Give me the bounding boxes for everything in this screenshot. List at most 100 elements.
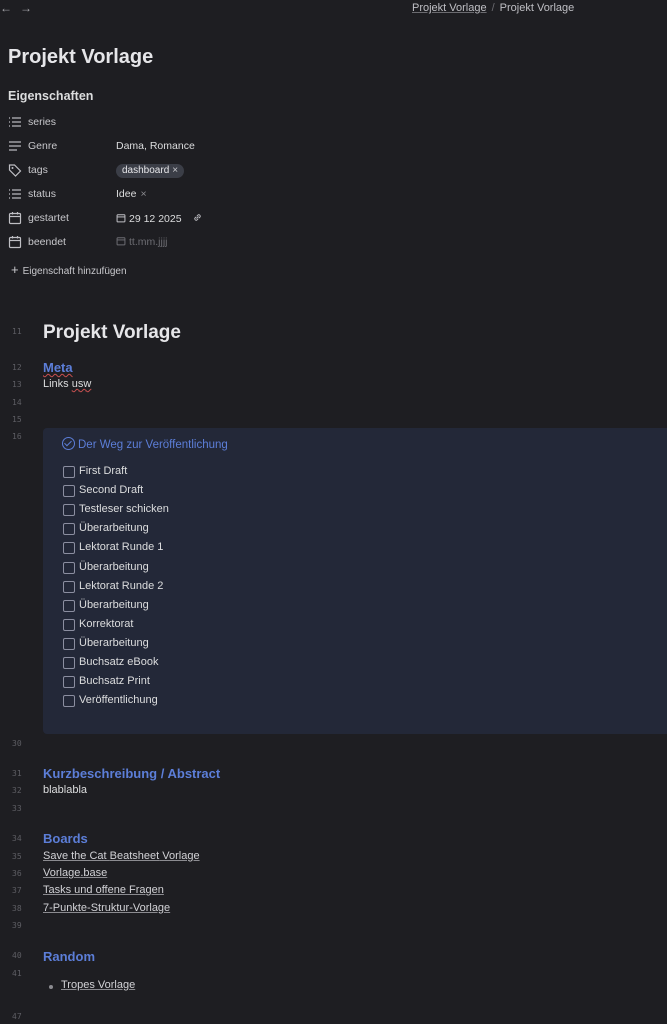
board-link-part: Save the Cat: [43, 850, 110, 862]
task-checkbox[interactable]: [63, 561, 75, 574]
breadcrumb-separator: /: [491, 2, 495, 14]
task-checkbox[interactable]: [63, 618, 75, 631]
property-status[interactable]: status Idee ×: [8, 185, 648, 205]
tag-pill-label: dashboard: [122, 165, 170, 176]
property-genre[interactable]: Genre Dama, Romance: [8, 137, 648, 157]
bullet-icon: [49, 985, 53, 989]
property-gestartet[interactable]: gestartet 29 12 2025: [8, 209, 648, 229]
task-checkbox[interactable]: [63, 504, 75, 517]
callout-title-text: Der Weg zur Veröffentlichung: [78, 439, 228, 451]
board-link[interactable]: 7-Punkte-Struktur-Vorlage: [43, 902, 170, 914]
meta-heading[interactable]: Meta: [43, 360, 73, 375]
forward-arrow-icon[interactable]: →: [20, 1, 32, 15]
board-link-part: Tasks und offene Fragen: [43, 884, 164, 896]
property-tags[interactable]: tags dashboard ×: [8, 161, 648, 181]
line-number: 13: [12, 380, 22, 389]
document-heading[interactable]: Projekt Vorlage: [43, 322, 181, 344]
meta-text[interactable]: Links usw: [43, 378, 91, 390]
add-property-label: Eigenschaft hinzufügen: [22, 266, 127, 277]
board-link[interactable]: Tasks und offene Fragen: [43, 884, 164, 896]
task-label: Buchsatz Print: [79, 675, 150, 688]
breadcrumb: Projekt Vorlage / Projekt Vorlage: [412, 2, 574, 14]
random-heading[interactable]: Random: [43, 949, 95, 964]
text-icon: [9, 141, 21, 151]
line-number: 47: [12, 1012, 22, 1021]
task-label: Buchsatz eBook: [79, 656, 159, 668]
board-link-part: Vorlage: [43, 867, 81, 879]
property-value[interactable]: Idee ×: [116, 188, 147, 200]
close-icon[interactable]: ×: [172, 165, 178, 176]
task-checkbox[interactable]: [63, 657, 75, 669]
random-link[interactable]: Tropes Vorlage: [61, 979, 135, 991]
line-number: 41: [12, 969, 22, 978]
task-checkbox[interactable]: [63, 466, 75, 478]
breadcrumb-parent[interactable]: Projekt Vorlage: [412, 2, 487, 14]
board-link[interactable]: Vorlage.base: [43, 867, 107, 879]
board-link[interactable]: Save the Cat Beatsheet Vorlage: [43, 850, 200, 862]
tag-pill[interactable]: dashboard ×: [116, 164, 185, 178]
task-checkbox[interactable]: [63, 599, 75, 612]
property-key: series: [28, 116, 57, 128]
task-checkbox[interactable]: [63, 485, 75, 498]
abstract-heading[interactable]: Kurzbeschreibung / Abstract: [43, 766, 220, 781]
calendar-icon: [8, 236, 22, 249]
task-label: Überarbeitung: [79, 560, 149, 573]
top-bar: ← → Projekt Vorlage / Projekt Vorlage: [0, 0, 667, 18]
line-number: 39: [12, 921, 22, 930]
back-arrow-icon[interactable]: ←: [0, 1, 12, 15]
task-label: Veröffentlichung: [79, 694, 158, 707]
property-key: beendet: [28, 236, 66, 248]
property-beendet[interactable]: beendet tt.mm.jjjj: [8, 233, 648, 253]
tag-icon: [8, 164, 22, 177]
page-title[interactable]: Projekt Vorlage: [8, 46, 153, 69]
line-number: 16: [12, 432, 22, 441]
board-link-part: Vorlage: [159, 850, 200, 862]
calendar-small-icon: [116, 237, 126, 246]
line-number: 31: [12, 769, 22, 778]
task-label: Überarbeitung: [79, 522, 149, 535]
task-label: Korrektorat: [79, 617, 134, 630]
line-number: 33: [12, 804, 22, 813]
property-key: status: [28, 188, 57, 200]
add-property-button[interactable]: + Eigenschaft hinzufügen: [11, 262, 127, 277]
abstract-heading-b: /: [157, 766, 168, 781]
task-checkbox[interactable]: [63, 637, 75, 650]
link-icon[interactable]: [192, 212, 203, 223]
task-checkbox[interactable]: [63, 695, 75, 708]
property-key: Genre: [28, 140, 58, 152]
property-value[interactable]: Dama, Romance: [116, 140, 195, 152]
check-circle-icon: [62, 437, 75, 450]
close-icon[interactable]: ×: [140, 188, 146, 200]
callout-title: Der Weg zur Veröffentlichung: [62, 437, 228, 451]
properties-heading[interactable]: Eigenschaften: [8, 89, 93, 103]
callout-block[interactable]: Der Weg zur Veröffentlichung First Draft…: [43, 428, 667, 734]
date-value: 29 12 2025: [129, 213, 182, 225]
property-series[interactable]: series: [8, 113, 648, 133]
task-checkbox[interactable]: [63, 676, 75, 689]
plus-icon: +: [11, 262, 19, 277]
task-label: Lektorat Runde 2: [79, 579, 164, 592]
abstract-text[interactable]: blablabla: [43, 784, 87, 796]
line-number: 15: [12, 415, 22, 424]
property-key: gestartet: [28, 212, 69, 224]
date-field[interactable]: 29 12 2025: [116, 212, 203, 225]
meta-heading-text: Meta: [43, 360, 73, 375]
task-checkbox[interactable]: [63, 580, 75, 593]
date-placeholder: tt.mm.jjjj: [129, 236, 168, 248]
task-label: Second Draft: [79, 484, 144, 497]
boards-heading[interactable]: Boards: [43, 831, 88, 846]
task-checkbox[interactable]: [63, 542, 75, 555]
task-label: Überarbeitung: [79, 636, 149, 649]
task-label: First Draft: [79, 465, 128, 477]
date-field[interactable]: tt.mm.jjjj: [116, 236, 168, 248]
line-number: 34: [12, 834, 22, 843]
calendar-icon: [8, 212, 22, 225]
task-checkbox[interactable]: [63, 523, 75, 536]
task-label: Testleser schicken: [79, 503, 169, 516]
list-icon: [9, 117, 21, 127]
status-value: Idee: [116, 188, 137, 200]
property-key: tags: [28, 164, 48, 176]
line-number: 30: [12, 739, 22, 748]
line-number: 11: [12, 327, 22, 336]
line-number: 32: [12, 786, 22, 795]
